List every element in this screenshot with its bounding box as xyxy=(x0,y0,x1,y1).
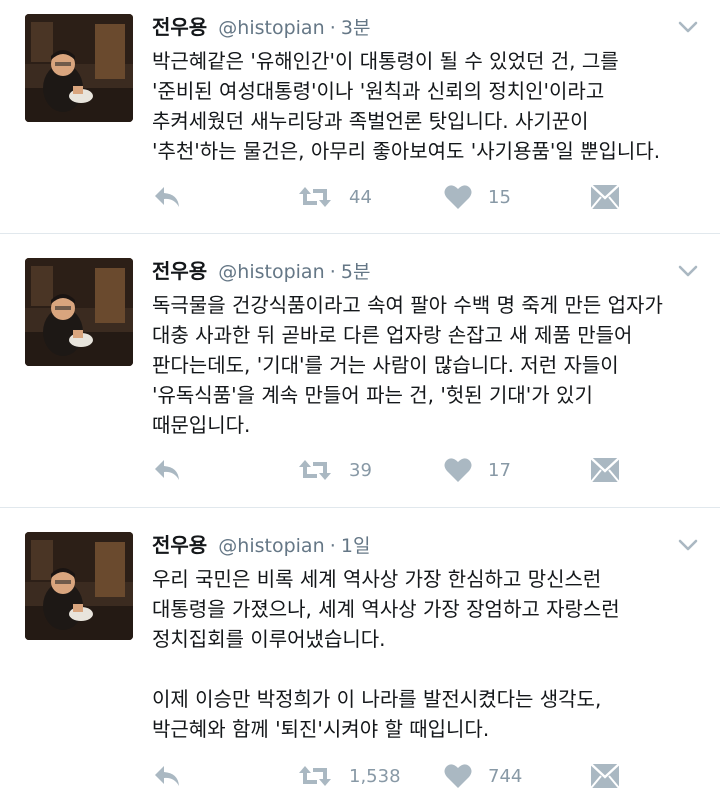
tweet-text-line: 때문입니다. xyxy=(152,413,251,437)
tweet-text: 독극물을 건강식품이라고 속여 팔아 수백 명 죽게 만든 업자가 대충 사과한… xyxy=(152,290,706,440)
avatar[interactable] xyxy=(25,14,133,122)
heart-icon xyxy=(444,185,472,209)
tweet-timestamp[interactable]: 1일 xyxy=(341,535,371,557)
tweet-text-line: 박근혜같은 '유해인간'이 대통령이 될 수 있었던 건, 그를 xyxy=(152,49,619,73)
tweet-text-line: '유독식품'을 계속 만들어 파는 건, '헛된 기대'가 있기 xyxy=(152,383,593,407)
author-name[interactable]: 전우용 xyxy=(152,259,207,283)
tweet-header: 전우용 @histopian · 5분 xyxy=(152,255,700,285)
tweet-text: 우리 국민은 비록 세계 역사상 가장 한심하고 망신스런 대통령을 가졌으나,… xyxy=(152,564,706,744)
tweet-text-line: '추천'하는 물건은, 아무리 좋아보여도 '사기용품'일 뿐입니다. xyxy=(152,139,661,163)
retweet-icon xyxy=(299,766,331,786)
tweet-header: 전우용 @histopian · 3분 xyxy=(152,11,700,41)
like-count: 15 xyxy=(488,186,511,208)
separator-dot: · xyxy=(329,261,336,283)
tweet-text-line: '준비된 여성대통령'이나 '원칙과 신뢰의 정치인'이라고 xyxy=(152,79,605,103)
tweet-text-line: 정치집회를 이루어냈습니다. xyxy=(152,627,386,651)
envelope-icon xyxy=(590,457,620,483)
reply-button[interactable] xyxy=(152,454,182,486)
tweet-card[interactable]: 전우용 @histopian · 5분 독극물을 건강식품이라고 속여 팔아 수… xyxy=(0,244,720,508)
reply-icon xyxy=(155,187,179,207)
author-name[interactable]: 전우용 xyxy=(152,533,207,557)
author-handle[interactable]: @histopian xyxy=(218,535,324,557)
tweet-text-line: 대통령을 가졌으나, 세계 역사상 가장 장엄하고 자랑스런 xyxy=(152,597,620,621)
retweet-button[interactable]: 39 xyxy=(297,454,372,486)
envelope-icon xyxy=(590,184,620,210)
like-count: 744 xyxy=(488,765,523,787)
reply-icon xyxy=(155,460,179,480)
tweet-actions: 1,538 744 xyxy=(152,760,700,792)
envelope-icon xyxy=(590,763,620,789)
like-count: 17 xyxy=(488,459,511,481)
chevron-down-icon[interactable] xyxy=(676,533,700,557)
tweet-actions: 44 15 xyxy=(152,181,700,213)
retweet-count: 1,538 xyxy=(349,765,401,787)
retweet-count: 44 xyxy=(349,186,372,208)
tweet-text-line xyxy=(152,654,706,684)
tweet-actions: 39 17 xyxy=(152,454,700,486)
tweet-text-line: 대충 사과한 뒤 곧바로 다른 업자랑 손잡고 새 제품 만들어 xyxy=(152,323,633,347)
tweet-text-line: 독극물을 건강식품이라고 속여 팔아 수백 명 죽게 만든 업자가 xyxy=(152,293,663,317)
separator-dot: · xyxy=(329,535,336,557)
avatar[interactable] xyxy=(25,258,133,366)
tweet-timestamp[interactable]: 3분 xyxy=(341,17,371,39)
like-button[interactable]: 15 xyxy=(444,181,511,213)
tweet-feed: 전우용 @histopian · 3분 박근혜같은 '유해인간'이 대통령이 될… xyxy=(0,0,720,808)
reply-button[interactable] xyxy=(152,760,182,792)
tweet-timestamp[interactable]: 5분 xyxy=(341,261,371,283)
author-handle[interactable]: @histopian xyxy=(218,261,324,283)
tweet-text-line: 박근혜와 함께 '퇴진'시켜야 할 때입니다. xyxy=(152,717,490,741)
tweet-text: 박근혜같은 '유해인간'이 대통령이 될 수 있었던 건, 그를 '준비된 여성… xyxy=(152,46,706,166)
heart-icon xyxy=(444,458,472,482)
retweet-button[interactable]: 1,538 xyxy=(297,760,401,792)
tweet-header: 전우용 @histopian · 1일 xyxy=(152,529,700,559)
tweet-text-line: 판다는데도, '기대'를 거는 사람이 많습니다. 저런 자들이 xyxy=(152,353,619,377)
separator-dot: · xyxy=(329,17,336,39)
retweet-icon xyxy=(299,187,331,207)
reply-icon xyxy=(155,766,179,786)
retweet-button[interactable]: 44 xyxy=(297,181,372,213)
tweet-text-line: 추켜세웠던 새누리당과 족벌언론 탓입니다. 사기꾼이 xyxy=(152,109,589,133)
author-name[interactable]: 전우용 xyxy=(152,15,207,39)
tweet-text-line: 이제 이승만 박정희가 이 나라를 발전시켰다는 생각도, xyxy=(152,687,602,711)
retweet-icon xyxy=(299,460,331,480)
reply-button[interactable] xyxy=(152,181,182,213)
like-button[interactable]: 17 xyxy=(444,454,511,486)
like-button[interactable]: 744 xyxy=(444,760,522,792)
avatar[interactable] xyxy=(25,532,133,640)
author-handle[interactable]: @histopian xyxy=(218,17,324,39)
retweet-count: 39 xyxy=(349,459,372,481)
direct-message-button[interactable] xyxy=(590,181,620,213)
direct-message-button[interactable] xyxy=(590,760,620,792)
heart-icon xyxy=(444,764,472,788)
tweet-card[interactable]: 전우용 @histopian · 1일 우리 국민은 비록 세계 역사상 가장 … xyxy=(0,518,720,808)
chevron-down-icon[interactable] xyxy=(676,15,700,39)
tweet-card[interactable]: 전우용 @histopian · 3분 박근혜같은 '유해인간'이 대통령이 될… xyxy=(0,0,720,234)
chevron-down-icon[interactable] xyxy=(676,259,700,283)
direct-message-button[interactable] xyxy=(590,454,620,486)
tweet-text-line: 우리 국민은 비록 세계 역사상 가장 한심하고 망신스런 xyxy=(152,567,602,591)
